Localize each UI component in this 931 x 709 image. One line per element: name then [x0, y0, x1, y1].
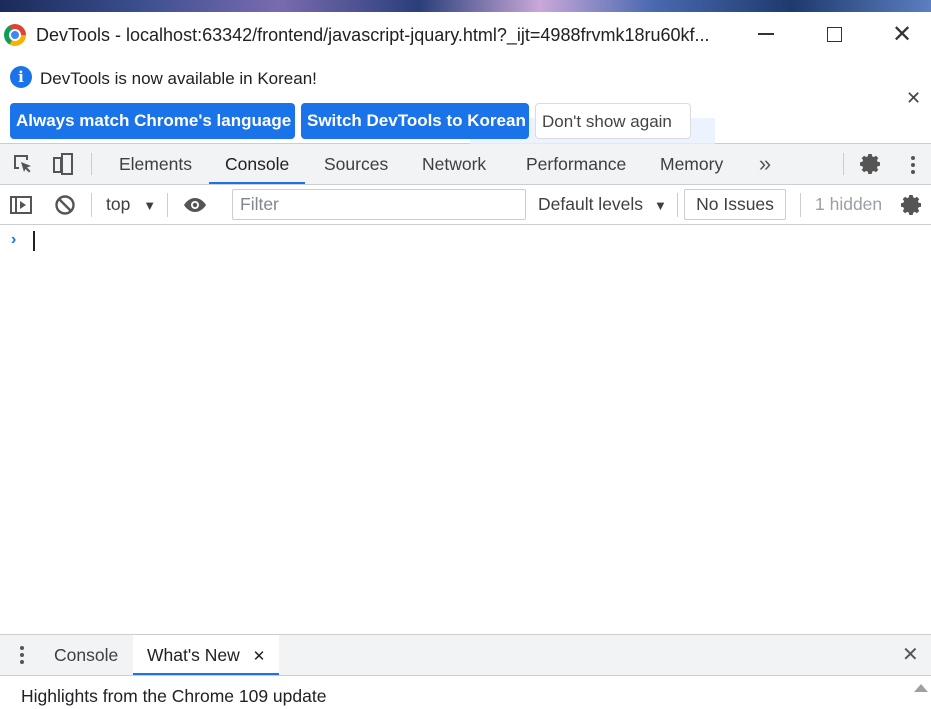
issues-button[interactable]: No Issues — [684, 189, 786, 220]
tab-performance[interactable]: Performance — [526, 144, 626, 184]
infobar-message: DevTools is now available in Korean! — [40, 69, 317, 88]
window-close-button[interactable]: ✕ — [882, 18, 922, 50]
inspect-element-icon[interactable] — [11, 152, 35, 176]
drawer-close-icon[interactable]: ✕ — [902, 635, 919, 675]
clear-console-icon[interactable] — [53, 193, 77, 217]
chevron-down-icon: ▼ — [653, 198, 667, 213]
always-match-language-button[interactable]: Always match Chrome's language — [10, 103, 295, 139]
console-toolbar: top ▼ Filter Default levels ▼ No Issues … — [0, 185, 931, 225]
live-expression-eye-icon[interactable] — [183, 193, 207, 217]
drawer-tabbar: Console What's New ✕ ✕ — [0, 634, 931, 676]
minimize-button[interactable] — [746, 18, 786, 50]
toolbar-divider — [91, 153, 92, 175]
desktop-wallpaper-strip — [0, 0, 931, 12]
context-value: top — [106, 194, 131, 214]
maximize-button[interactable] — [814, 18, 854, 50]
console-prompt-icon: › — [11, 231, 17, 248]
log-levels-label: Default levels — [538, 194, 644, 214]
window-titlebar: DevTools - localhost:63342/frontend/java… — [0, 12, 931, 56]
log-levels-dropdown[interactable]: Default levels ▼ — [538, 194, 667, 215]
toolbar-divider — [677, 193, 678, 217]
tab-elements[interactable]: Elements — [119, 144, 192, 184]
close-icon: ✕ — [891, 20, 913, 48]
drawer-menu-icon[interactable] — [20, 646, 24, 664]
switch-to-korean-button[interactable]: Switch DevTools to Korean — [301, 103, 529, 139]
scroll-up-arrow-icon[interactable] — [914, 684, 928, 692]
toolbar-divider — [843, 153, 844, 175]
window-title: DevTools - localhost:63342/frontend/java… — [36, 25, 710, 45]
filter-input[interactable]: Filter — [232, 189, 526, 220]
tab-network[interactable]: Network — [422, 144, 486, 184]
drawer-tab-whats-new[interactable]: What's New ✕ — [133, 635, 280, 675]
maximize-icon — [826, 26, 842, 42]
settings-gear-icon[interactable] — [859, 152, 883, 176]
minimize-icon — [758, 33, 774, 35]
chevron-down-icon: ▼ — [143, 198, 157, 213]
hidden-messages-count: 1 hidden — [815, 194, 883, 214]
whats-new-heading: Highlights from the Chrome 109 update — [21, 686, 327, 706]
customize-menu-icon[interactable] — [911, 156, 915, 174]
device-toolbar-icon[interactable] — [51, 152, 75, 176]
console-settings-gear-icon[interactable] — [900, 193, 924, 217]
sidebar-toggle-icon[interactable] — [9, 193, 33, 217]
devtools-tabbar: Elements Console Sources Network Perform… — [0, 144, 931, 185]
info-icon: i — [10, 66, 32, 88]
chrome-logo-icon — [4, 24, 26, 46]
toolbar-divider — [167, 193, 168, 217]
tab-memory[interactable]: Memory — [660, 144, 723, 184]
language-infobar: i DevTools is now available in Korean! ✕… — [0, 56, 931, 148]
whats-new-panel: Highlights from the Chrome 109 update — [0, 676, 931, 709]
dont-show-again-button[interactable]: Don't show again — [535, 103, 691, 139]
infobar-close-icon[interactable]: ✕ — [906, 88, 921, 109]
more-tabs-icon[interactable]: » — [753, 152, 777, 176]
console-input-caret[interactable] — [33, 231, 35, 251]
drawer-tab-console[interactable]: Console — [54, 635, 118, 675]
drawer-tab-label: What's New — [147, 645, 240, 665]
toolbar-divider — [800, 193, 801, 217]
toolbar-divider — [91, 193, 92, 217]
console-output-area[interactable]: › — [0, 225, 931, 634]
context-selector[interactable]: top ▼ — [106, 194, 156, 215]
tab-sources[interactable]: Sources — [324, 144, 388, 184]
close-tab-icon[interactable]: ✕ — [253, 648, 266, 665]
tab-console[interactable]: Console — [209, 144, 306, 184]
